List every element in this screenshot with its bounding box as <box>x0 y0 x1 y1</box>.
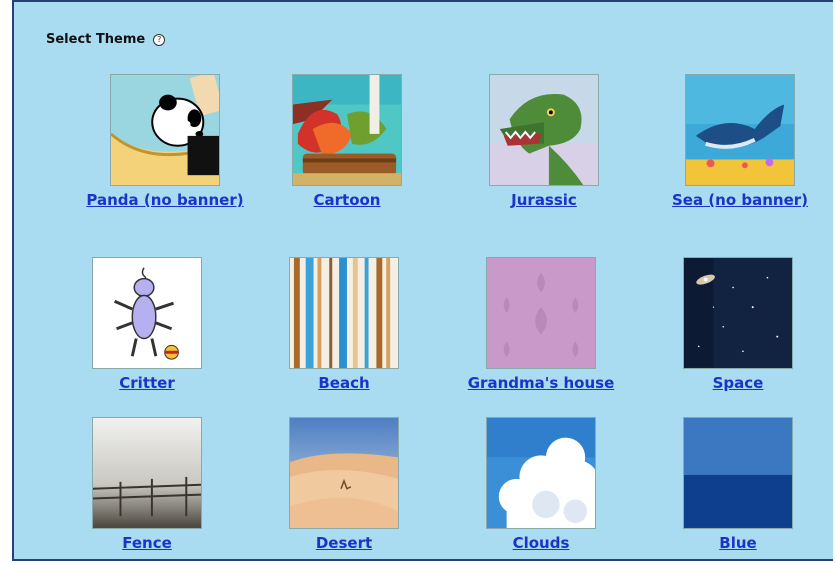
desert-thumbnail[interactable] <box>289 417 399 529</box>
sea-thumbnail[interactable] <box>685 74 795 186</box>
panda-thumbnail[interactable] <box>110 74 220 186</box>
theme-tile-beach: Beach <box>254 257 434 393</box>
galaxy-image <box>684 258 792 368</box>
theme-label[interactable]: Critter <box>57 373 237 393</box>
grandmas-house-thumbnail[interactable] <box>486 257 596 369</box>
dinosaur-image <box>490 75 598 185</box>
space-thumbnail[interactable] <box>683 257 793 369</box>
critter-image <box>93 258 201 368</box>
theme-label[interactable]: Panda (no banner) <box>75 190 255 210</box>
theme-tile-grandma: Grandma's house <box>451 257 631 393</box>
clouds-image <box>487 418 595 528</box>
panda-image <box>111 75 219 185</box>
theme-tile-fence: Fence <box>57 417 237 553</box>
critter-thumbnail[interactable] <box>92 257 202 369</box>
theme-label[interactable]: Cartoon <box>257 190 437 210</box>
theme-tile-clouds: Clouds <box>451 417 631 553</box>
theme-label[interactable]: Grandma's house <box>451 373 631 393</box>
desert-image <box>290 418 398 528</box>
cartoon-thumbnail[interactable] <box>292 74 402 186</box>
beach-stripes-image <box>290 258 398 368</box>
theme-label[interactable]: Sea (no banner) <box>650 190 830 210</box>
cartoon-image <box>293 75 401 185</box>
clouds-thumbnail[interactable] <box>486 417 596 529</box>
theme-tile-cartoon: Cartoon <box>257 74 437 210</box>
theme-label[interactable]: Beach <box>254 373 434 393</box>
theme-tile-blue: Blue <box>648 417 828 553</box>
theme-tile-jurassic: Jurassic <box>454 74 634 210</box>
beach-thumbnail[interactable] <box>289 257 399 369</box>
theme-panel: Select Theme ? Panda (no banner) Cartoon… <box>12 0 833 561</box>
theme-label[interactable]: Space <box>648 373 828 393</box>
wallpaper-image <box>487 258 595 368</box>
theme-tile-critter: Critter <box>57 257 237 393</box>
blue-image <box>684 418 792 528</box>
theme-tile-desert: Desert <box>254 417 434 553</box>
theme-grid: Panda (no banner) Cartoon Jurassic Sea (… <box>14 2 833 559</box>
theme-tile-panda: Panda (no banner) <box>75 74 255 210</box>
fence-thumbnail[interactable] <box>92 417 202 529</box>
theme-tile-space: Space <box>648 257 828 393</box>
fence-image <box>93 418 201 528</box>
jurassic-thumbnail[interactable] <box>489 74 599 186</box>
theme-tile-sea: Sea (no banner) <box>650 74 830 210</box>
whale-image <box>686 75 794 185</box>
theme-label[interactable]: Clouds <box>451 533 631 553</box>
theme-label[interactable]: Blue <box>648 533 828 553</box>
theme-label[interactable]: Jurassic <box>454 190 634 210</box>
theme-label[interactable]: Fence <box>57 533 237 553</box>
theme-label[interactable]: Desert <box>254 533 434 553</box>
blue-thumbnail[interactable] <box>683 417 793 529</box>
